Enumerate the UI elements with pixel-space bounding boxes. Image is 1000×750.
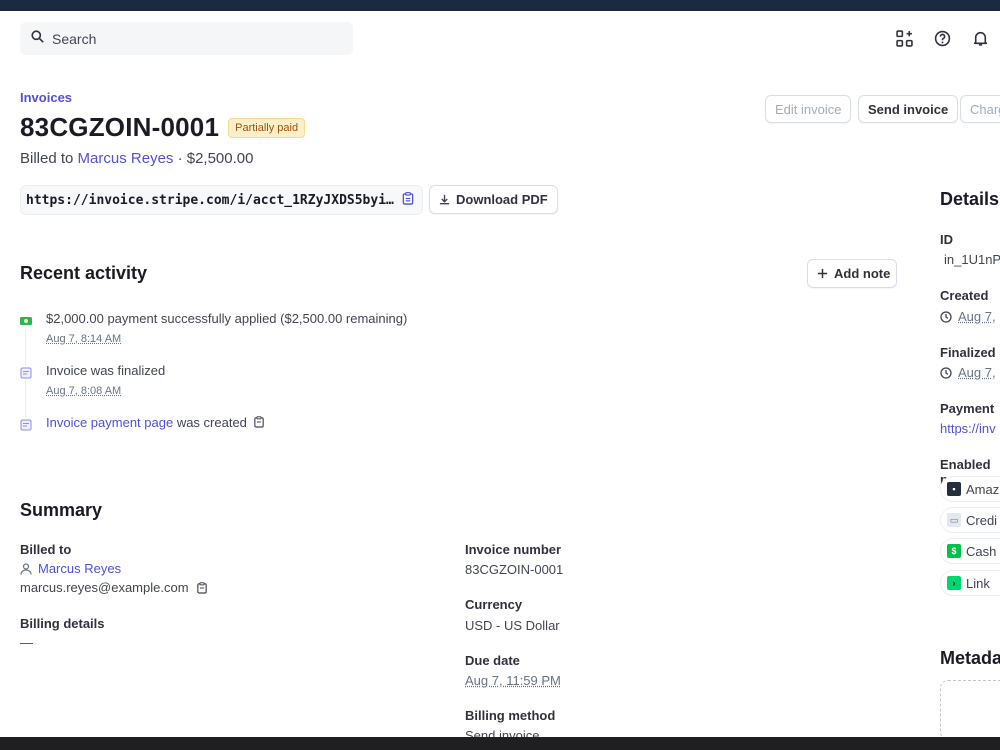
download-pdf-button[interactable]: Download PDF xyxy=(429,185,558,214)
customer-link[interactable]: Marcus Reyes xyxy=(78,150,174,167)
method-label: Link xyxy=(966,575,990,591)
invoice-number-label: Invoice number xyxy=(465,542,562,557)
send-invoice-button[interactable]: Send invoice xyxy=(858,95,959,123)
finalized-value[interactable]: Aug 7, xyxy=(958,365,996,380)
created-row: Aug 7, xyxy=(940,309,996,324)
finalized-label: Finalized xyxy=(940,345,996,360)
currency-label: Currency xyxy=(465,597,523,612)
page-title: 83CGZOIN-0001 xyxy=(20,112,220,142)
credit-card-icon: ▭ xyxy=(947,513,961,527)
search-input[interactable]: Search xyxy=(20,22,353,55)
copy-icon[interactable] xyxy=(402,191,414,209)
billing-details-label: Billing details xyxy=(20,616,105,631)
download-label: Download PDF xyxy=(456,192,548,207)
method-label: Credi xyxy=(966,512,998,528)
document-icon xyxy=(20,418,32,431)
created-label: Created xyxy=(940,288,989,303)
copy-icon[interactable] xyxy=(196,581,207,594)
invoice-amount: · $2,500.00 xyxy=(177,150,254,167)
payment-label: Payment xyxy=(940,401,995,416)
timeline-line xyxy=(25,329,26,365)
add-note-label: Add note xyxy=(834,266,891,281)
summary-customer-link[interactable]: Marcus Reyes xyxy=(38,561,121,576)
breadcrumb[interactable]: Invoices xyxy=(20,90,72,105)
billed-prefix: Billed to xyxy=(20,150,74,167)
payment-page-link[interactable]: Invoice payment page xyxy=(46,415,173,430)
link-icon: › xyxy=(947,576,961,590)
id-value: in_1U1nPC xyxy=(944,252,1000,267)
payment-page-url[interactable]: https://inv xyxy=(940,421,996,436)
clock-icon xyxy=(940,310,952,323)
person-icon xyxy=(20,562,32,575)
copy-icon[interactable] xyxy=(253,416,264,431)
apps-icon[interactable] xyxy=(895,29,914,48)
bottom-bar xyxy=(0,737,1000,750)
charge-button[interactable]: Charg xyxy=(960,95,1000,123)
edit-invoice-button[interactable]: Edit invoice xyxy=(765,95,852,123)
due-date-value[interactable]: Aug 7, 11:59 PM xyxy=(465,673,561,688)
activity-item: Invoice payment page was created xyxy=(20,415,440,467)
search-placeholder: Search xyxy=(52,30,97,47)
activity-text: Invoice payment page was created xyxy=(46,415,264,431)
payment-method-cashapp: $ Cash xyxy=(940,538,1000,564)
help-icon[interactable] xyxy=(933,29,952,48)
id-label: ID xyxy=(940,232,953,247)
payment-method-link: › Link xyxy=(940,570,1000,596)
top-bar xyxy=(0,0,1000,11)
invoice-url-field[interactable]: https://invoice.stripe.com/i/acct_1RZyJX… xyxy=(20,185,423,215)
invoice-url: https://invoice.stripe.com/i/acct_1RZyJX… xyxy=(26,192,394,208)
payment-icon xyxy=(20,314,32,326)
payment-method-amazon: ▪ Amaz xyxy=(940,476,1000,502)
activity-item: $2,000.00 payment successfully applied (… xyxy=(20,311,440,365)
billed-to-label: Billed to xyxy=(20,542,72,557)
invoice-number-value: 83CGZOIN-0001 xyxy=(465,562,564,577)
download-icon xyxy=(439,194,450,205)
metadata-title: Metada xyxy=(940,648,1000,668)
billing-details-value: — xyxy=(20,635,33,650)
bell-icon[interactable] xyxy=(971,29,990,48)
summary-email-row: marcus.reyes@example.com xyxy=(20,580,207,595)
activity-date[interactable]: Aug 7, 8:08 AM xyxy=(46,385,121,397)
activity-date[interactable]: Aug 7, 8:14 AM xyxy=(46,333,121,345)
method-label: Amaz xyxy=(966,481,1000,497)
created-value[interactable]: Aug 7, xyxy=(958,309,996,324)
summary-email: marcus.reyes@example.com xyxy=(20,580,189,595)
activity-text: $2,000.00 payment successfully applied (… xyxy=(46,311,408,326)
status-badge: Partially paid xyxy=(228,117,306,138)
billed-to-line: Billed to Marcus Reyes · $2,500.00 xyxy=(20,150,253,167)
metadata-empty-box[interactable] xyxy=(940,680,1000,740)
finalized-row: Aug 7, xyxy=(940,365,996,380)
plus-icon xyxy=(817,268,828,279)
billing-method-label: Billing method xyxy=(465,708,556,723)
due-date-label: Due date xyxy=(465,653,520,668)
clock-icon xyxy=(940,366,952,379)
activity-item: Invoice was finalized Aug 7, 8:08 AM xyxy=(20,363,440,417)
timeline-line xyxy=(25,381,26,417)
summary-title: Summary xyxy=(20,500,103,520)
document-icon xyxy=(20,366,32,379)
add-note-button[interactable]: Add note xyxy=(807,259,897,288)
activity-list: $2,000.00 payment successfully applied (… xyxy=(20,311,440,467)
payment-method-card: ▭ Credi xyxy=(940,507,1000,533)
amazon-pay-icon: ▪ xyxy=(947,482,961,496)
currency-value: USD - US Dollar xyxy=(465,618,560,633)
summary-customer: Marcus Reyes xyxy=(20,561,121,576)
details-title: Details xyxy=(940,189,1000,209)
search-icon xyxy=(31,29,44,48)
cash-app-icon: $ xyxy=(947,544,961,558)
method-label: Cash xyxy=(966,543,997,559)
activity-suffix: was created xyxy=(173,415,247,430)
recent-activity-title: Recent activity xyxy=(20,263,148,283)
activity-text: Invoice was finalized xyxy=(46,363,166,378)
